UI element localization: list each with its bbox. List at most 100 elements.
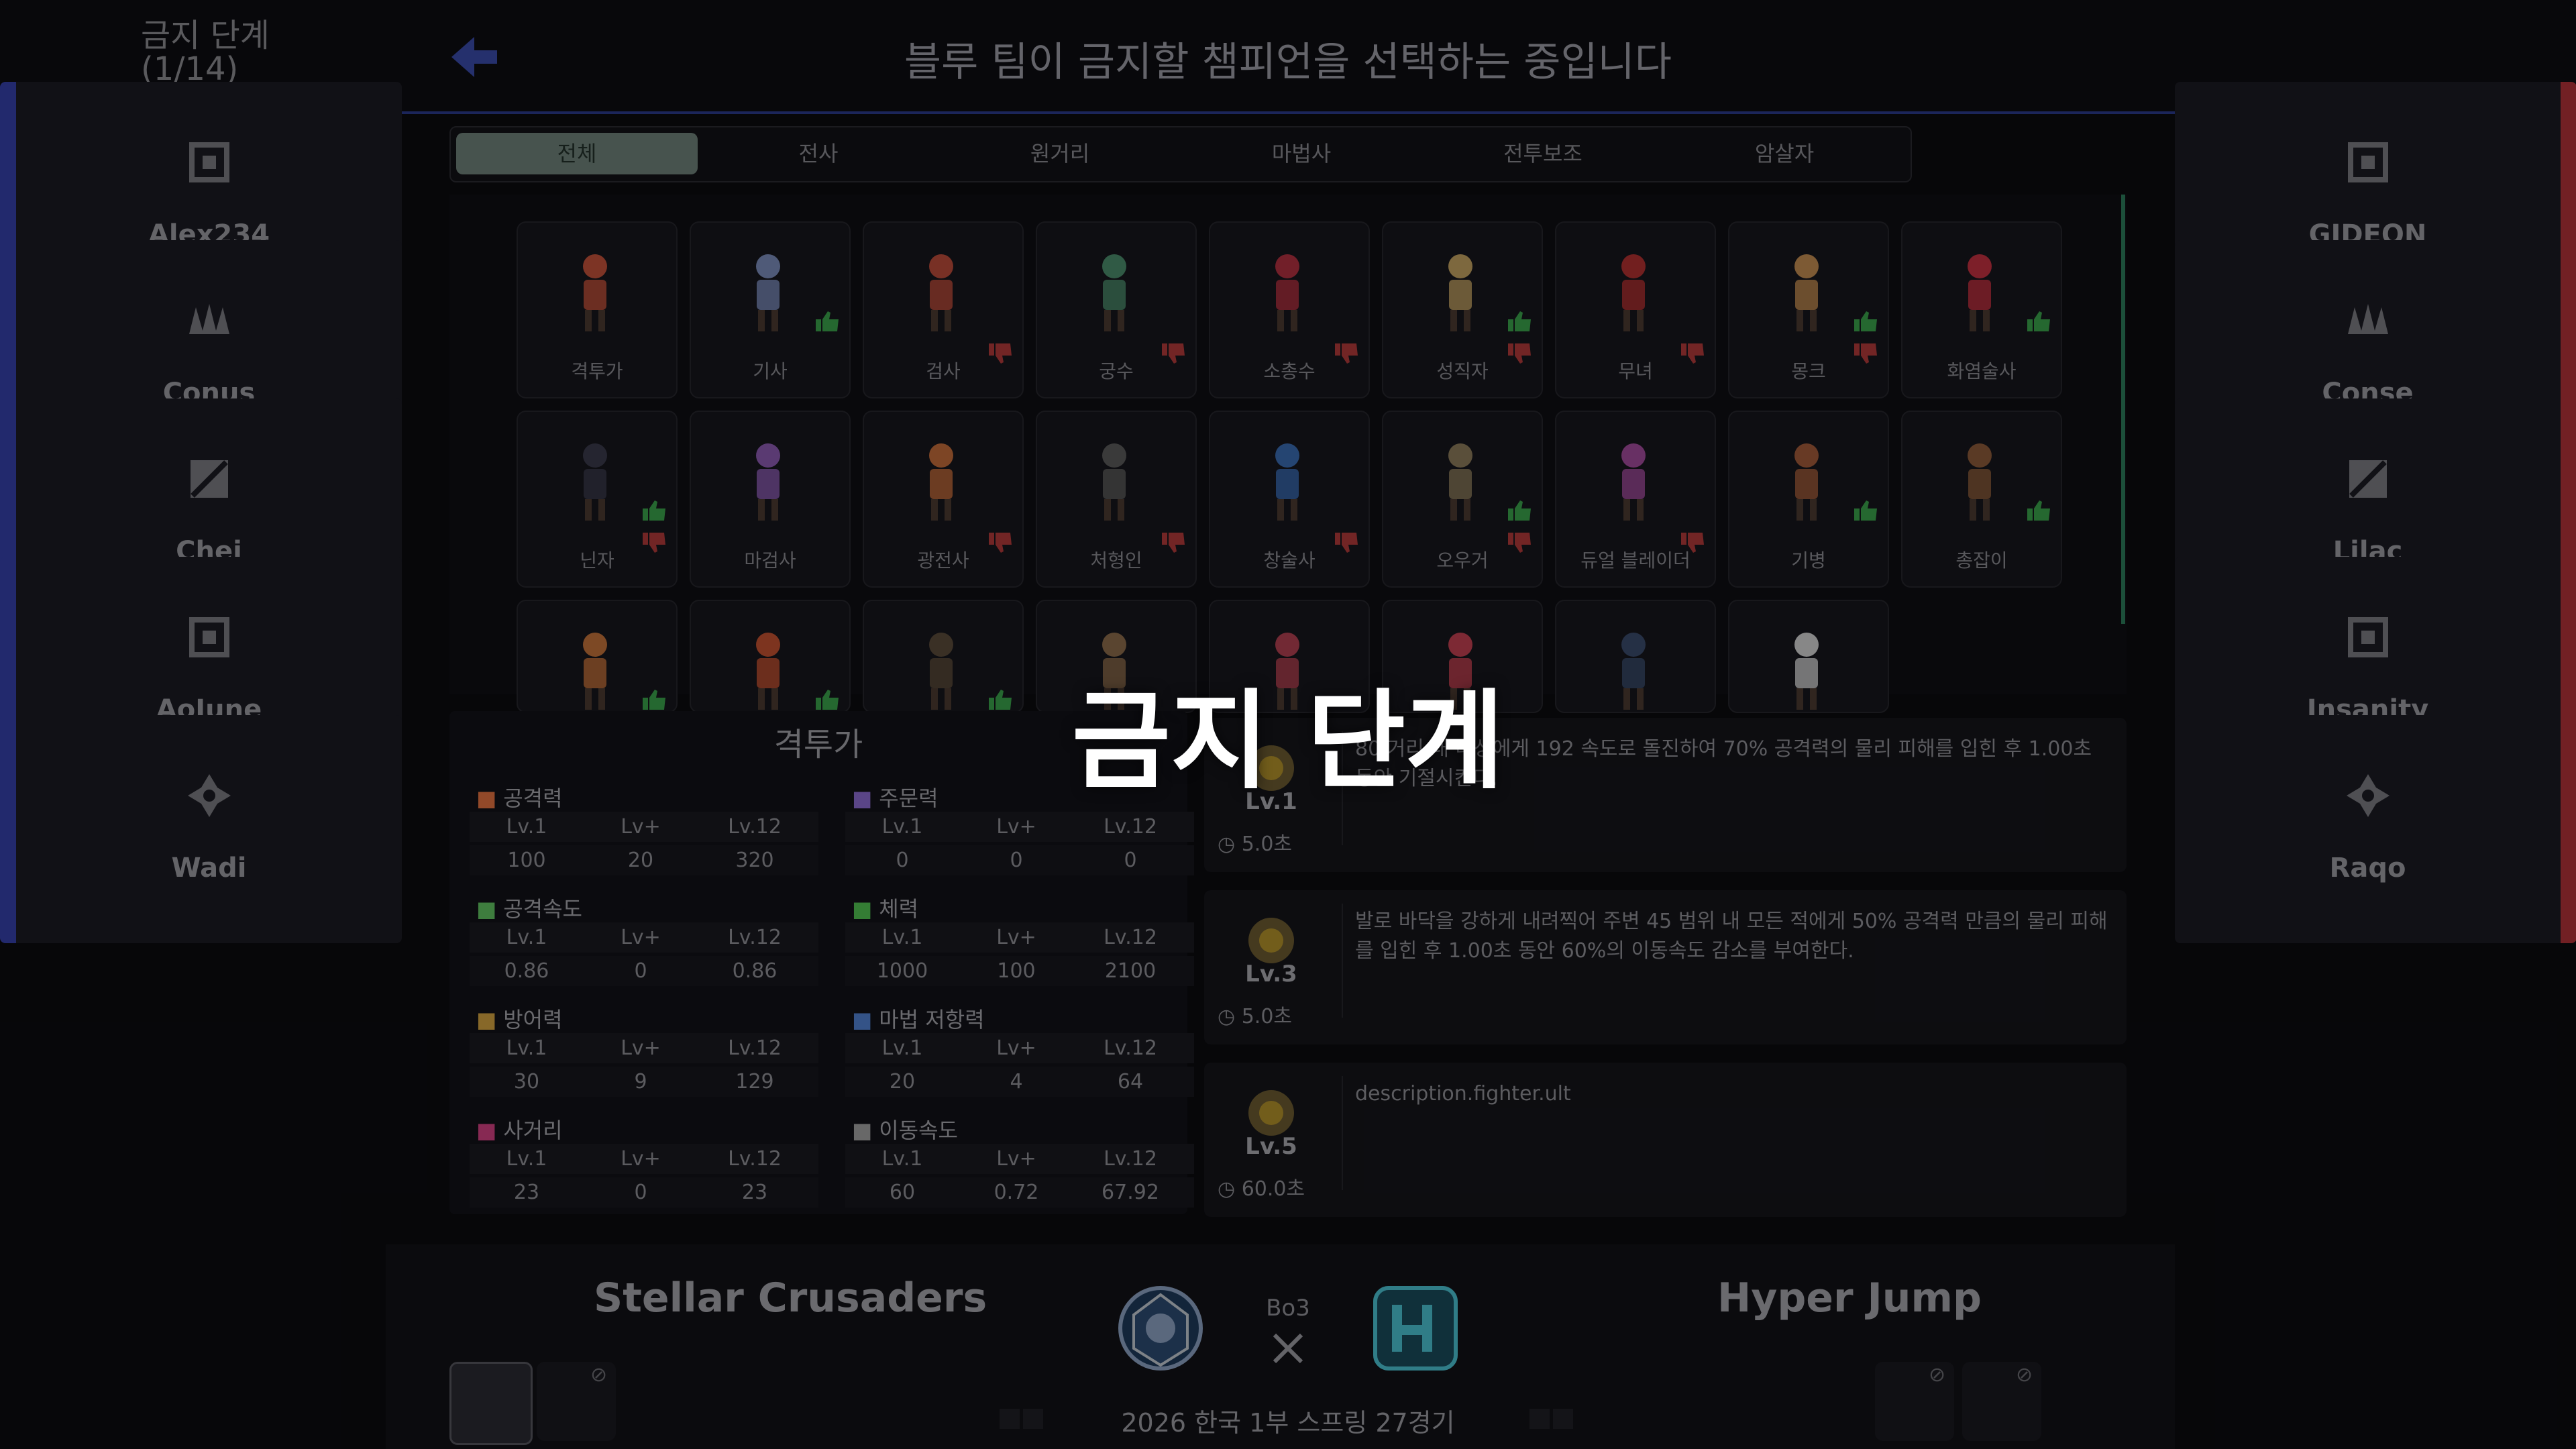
stat-value: 129 — [735, 1070, 774, 1093]
boot-icon: ■ — [852, 1118, 873, 1143]
stat-value: 0 — [634, 1181, 647, 1204]
spikes-icon — [182, 294, 236, 359]
skill-cooldown: ◷ 60.0초 — [1218, 1172, 1305, 1201]
stat-label: 체력 — [879, 896, 919, 922]
champion-name: 화염술사 — [1947, 360, 2017, 382]
champion-sprite — [1448, 443, 1472, 521]
stat-value: 67.92 — [1102, 1181, 1159, 1204]
stat-value-row: 30 9 129 — [470, 1067, 818, 1097]
stat-label: 이동속도 — [879, 1118, 958, 1143]
champion-sprite — [929, 443, 953, 521]
stat-value: 1000 — [876, 959, 928, 983]
stat-value: 0.72 — [994, 1181, 1039, 1204]
stat-value: 4 — [1010, 1070, 1023, 1093]
level-header: Lv+ — [621, 815, 661, 839]
red-indicator-1 — [1529, 1409, 1550, 1429]
level-header: Lv.1 — [506, 815, 547, 839]
champion-card[interactable]: 창술사 — [1209, 411, 1370, 588]
skill-description: description.fighter.ult — [1355, 1082, 1571, 1106]
champion-sprite — [1621, 254, 1646, 331]
stat-label: 방어력 — [503, 1007, 563, 1032]
stat-header: ■ 방어력 — [476, 1003, 563, 1034]
stat-value-row: 23 0 23 — [470, 1177, 818, 1208]
champion-sprite — [756, 443, 780, 521]
thumbs-down-icon — [989, 343, 1012, 364]
champion-card[interactable]: 기사 — [690, 221, 851, 398]
stat-level-header-row: Lv.1 Lv+ Lv.12 — [470, 812, 818, 842]
champion-name: 마검사 — [744, 549, 796, 572]
level-header: Lv.1 — [881, 926, 923, 949]
champion-card[interactable]: 성직자 — [1382, 221, 1543, 398]
turn-status-text: 블루 팀이 금지할 챔피언을 선택하는 중입니다 — [904, 39, 1672, 86]
champion-sprite — [756, 254, 780, 331]
champion-card[interactable]: 검사 — [863, 221, 1024, 398]
no-ban-icon: ⊘ — [2016, 1363, 2033, 1387]
champion-sprite — [1968, 443, 1992, 521]
cooldown-value: 5.0초 — [1241, 833, 1293, 856]
skill-card[interactable]: Lv.3 ◷ 5.0초 발로 바닥을 강하게 내려찍어 주변 45 범위 내 모든 … — [1204, 890, 2127, 1044]
skill-card[interactable]: Lv.5 ◷ 60.0초 description.fighter.ult — [1204, 1063, 2127, 1217]
thumbs-up-icon — [2027, 311, 2050, 331]
champion-card[interactable]: 화염술사 — [1901, 221, 2062, 398]
champion-card[interactable]: 듀얼 블레이더 — [1555, 411, 1716, 588]
tab-5[interactable]: 암살자 — [1664, 133, 1905, 174]
chip-icon — [182, 136, 236, 201]
tab-4[interactable]: 전투보조 — [1422, 133, 1664, 174]
champion-card[interactable]: 닌자 — [517, 411, 678, 588]
plus-icon: ■ — [852, 896, 873, 922]
level-header: Lv.12 — [728, 1147, 782, 1171]
champion-card[interactable]: 소총수 — [1209, 221, 1370, 398]
champion-card[interactable]: 처형인 — [1036, 411, 1197, 588]
champion-card[interactable]: 무녀 — [1555, 221, 1716, 398]
tab-3[interactable]: 마법사 — [1181, 133, 1422, 174]
thumbs-up-icon — [1508, 311, 1531, 331]
tab-2[interactable]: 원거리 — [939, 133, 1181, 174]
stat-value: 0.86 — [504, 959, 549, 983]
blue-ban-slot-1[interactable] — [449, 1362, 533, 1445]
stat-level-header-row: Lv.1 Lv+ Lv.12 — [470, 1144, 818, 1174]
champion-card[interactable]: 기병 — [1728, 411, 1889, 588]
stat-value: 0 — [1124, 849, 1137, 872]
stat-level-header-row: Lv.1 Lv+ Lv.12 — [845, 1144, 1194, 1174]
red-team-logo — [1373, 1286, 1458, 1371]
player-name: Raqo — [2329, 853, 2406, 883]
champion-name: 총잡이 — [1955, 549, 2008, 572]
tab-0[interactable]: 전체 — [456, 133, 698, 174]
stat-value: 100 — [507, 849, 546, 872]
stat-level-header-row: Lv.1 Lv+ Lv.12 — [470, 1033, 818, 1063]
level-header: Lv.1 — [506, 1147, 547, 1171]
level-header: Lv.12 — [728, 1036, 782, 1060]
champion-card[interactable]: 궁수 — [1036, 221, 1197, 398]
level-header: Lv+ — [996, 1147, 1036, 1171]
skill-cooldown: ◷ 5.0초 — [1218, 1000, 1292, 1029]
stat-value: 320 — [735, 849, 774, 872]
champion-card[interactable]: 총잡이 — [1901, 411, 2062, 588]
champion-card[interactable]: 마검사 — [690, 411, 851, 588]
shield-icon: ■ — [476, 1007, 497, 1032]
champion-sprite — [1102, 443, 1126, 521]
cooldown-clock-icon: ◷ — [1218, 1005, 1242, 1028]
thumbs-down-icon — [1508, 533, 1531, 553]
champion-sprite — [583, 443, 607, 521]
champion-card[interactable]: 격투가 — [517, 221, 678, 398]
champion-sprite — [1275, 254, 1299, 331]
stat-header: ■ 마법 저항력 — [852, 1003, 985, 1034]
thumbs-down-icon — [643, 533, 665, 553]
stat-value-row: 20 4 64 — [845, 1067, 1194, 1097]
blue-team-logo — [1118, 1286, 1203, 1371]
champion-card[interactable]: 몽크 — [1728, 221, 1889, 398]
level-header: Lv+ — [621, 1036, 661, 1060]
champion-sprite — [1794, 443, 1819, 521]
slash-icon — [2341, 452, 2395, 517]
stat-block: ■ 체력 Lv.1 Lv+ Lv.12 1000 100 2100 — [845, 892, 1194, 993]
stat-value: 9 — [634, 1070, 647, 1093]
champion-sprite — [1102, 254, 1126, 331]
champion-grid-scrollbar[interactable] — [2121, 195, 2125, 624]
champion-card[interactable]: 광전사 — [863, 411, 1024, 588]
level-header: Lv+ — [996, 1036, 1036, 1060]
champion-card[interactable]: 오우거 — [1382, 411, 1543, 588]
ban-phase-screen: 금지 단계 (1/14) 블루 팀이 금지할 챔피언을 선택하는 중입니다 Al… — [0, 0, 2576, 1449]
tab-1[interactable]: 전사 — [698, 133, 939, 174]
level-header: Lv.12 — [1104, 815, 1157, 839]
champion-name: 기사 — [753, 360, 788, 382]
